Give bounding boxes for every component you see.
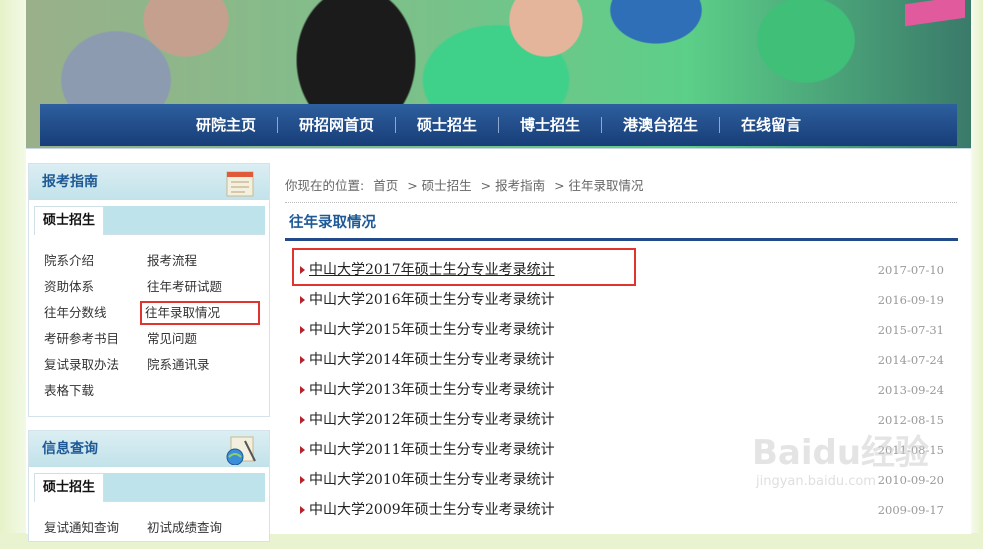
nav-item-yanzhao-home[interactable]: 研招网首页 xyxy=(278,115,395,135)
sidebar-link-past-exams[interactable]: 往年考研试题 xyxy=(147,278,257,296)
right-background-strip xyxy=(971,0,983,533)
notepad-icon xyxy=(226,171,254,197)
tab-master[interactable]: 硕士招生 xyxy=(34,473,104,502)
breadcrumb: 你现在的位置: 首页 > 硕士招生 > 报考指南 > 往年录取情况 xyxy=(285,175,649,194)
sidebar-link-faq[interactable]: 常见问题 xyxy=(147,330,257,348)
triangle-bullet-icon xyxy=(300,266,305,274)
list-item-date: 2013-09-24 xyxy=(877,383,944,397)
sidebar-link-process[interactable]: 报考流程 xyxy=(147,252,257,270)
breadcrumb-home[interactable]: 首页 xyxy=(373,178,398,193)
tab-fill xyxy=(103,473,265,501)
sidebar-link-reference-books[interactable]: 考研参考书目 xyxy=(44,330,147,348)
sidebar-link-forms[interactable]: 表格下载 xyxy=(44,382,147,400)
list-item-date: 2017-07-10 xyxy=(877,263,944,277)
list-item-date: 2015-07-31 xyxy=(877,323,944,337)
left-background-strip xyxy=(0,0,26,533)
sidebar-tab-row: 硕士招生 xyxy=(29,467,269,507)
list-item-title[interactable]: 中山大学2017年硕士生分专业考录统计 xyxy=(309,255,555,285)
baidu-watermark: Baidu经验 jingyan.baidu.com xyxy=(752,425,952,515)
tab-rule xyxy=(103,234,265,235)
list-item[interactable]: 中山大学2014年硕士生分专业考录统计 2014-07-24 xyxy=(290,345,958,375)
sidebar-link-past-scores[interactable]: 往年分数线 xyxy=(44,304,147,322)
triangle-bullet-icon xyxy=(300,446,305,454)
main-nav: 研院主页 研招网首页 硕士招生 博士招生 港澳台招生 在线留言 xyxy=(40,104,957,146)
list-item[interactable]: 中山大学2015年硕士生分专业考录统计 2015-07-31 xyxy=(290,315,958,345)
triangle-bullet-icon xyxy=(300,386,305,394)
breadcrumb-guide[interactable]: > 报考指南 xyxy=(481,178,545,193)
list-item-title[interactable]: 中山大学2016年硕士生分专业考录统计 xyxy=(309,285,555,315)
sidebar-link-score-query[interactable]: 初试成绩查询 xyxy=(147,519,257,537)
tab-rule xyxy=(103,501,265,502)
sidebar-link-retest-rules[interactable]: 复试录取办法 xyxy=(44,356,147,374)
breadcrumb-prefix: 你现在的位置: xyxy=(285,178,365,193)
list-item-date: 2014-07-24 xyxy=(877,353,944,367)
watermark-url: jingyan.baidu.com xyxy=(756,474,876,489)
sidebar-link-funding[interactable]: 资助体系 xyxy=(44,278,147,296)
nav-item-hk-macau-tw[interactable]: 港澳台招生 xyxy=(602,115,719,135)
list-item-title[interactable]: 中山大学2010年硕士生分专业考录统计 xyxy=(309,465,555,495)
sidebar-link-retest-notice[interactable]: 复试通知查询 xyxy=(44,519,147,537)
triangle-bullet-icon xyxy=(300,416,305,424)
triangle-bullet-icon xyxy=(300,326,305,334)
title-underline xyxy=(285,238,958,241)
divider xyxy=(285,202,957,203)
sidebar-box-info: 信息查询 硕士招生 复试通知查询 初试成绩查询 xyxy=(28,430,270,542)
tab-fill xyxy=(103,206,265,234)
list-item-title[interactable]: 中山大学2013年硕士生分专业考录统计 xyxy=(309,375,555,405)
sidebar-info-links: 复试通知查询 初试成绩查询 xyxy=(29,507,269,549)
tab-master[interactable]: 硕士招生 xyxy=(34,206,104,235)
triangle-bullet-icon xyxy=(300,356,305,364)
sidebar-box-guide: 报考指南 硕士招生 院系介绍 报考流程 资助体系 往年考研试题 往年分数线 往年… xyxy=(28,163,270,417)
globe-notepad-icon xyxy=(226,436,256,465)
triangle-bullet-icon xyxy=(300,476,305,484)
page-title: 往年录取情况 xyxy=(289,215,376,231)
triangle-bullet-icon xyxy=(300,296,305,304)
list-item-title[interactable]: 中山大学2009年硕士生分专业考录统计 xyxy=(309,495,555,525)
breadcrumb-current: > 往年录取情况 xyxy=(554,178,644,193)
list-item-title[interactable]: 中山大学2011年硕士生分专业考录统计 xyxy=(309,435,555,465)
nav-item-master-admission[interactable]: 硕士招生 xyxy=(396,115,498,135)
list-item[interactable]: 中山大学2013年硕士生分专业考录统计 2013-09-24 xyxy=(290,375,958,405)
sidebar-tab-row: 硕士招生 xyxy=(29,200,269,240)
nav-item-yanyuan-home[interactable]: 研院主页 xyxy=(175,115,277,135)
sidebar-box-info-header: 信息查询 xyxy=(29,431,269,467)
watermark-logo: Baidu经验 xyxy=(752,433,930,473)
banner-pink-flag xyxy=(905,0,965,27)
nav-item-online-message[interactable]: 在线留言 xyxy=(720,115,822,135)
list-item[interactable]: 中山大学2016年硕士生分专业考录统计 2016-09-19 xyxy=(290,285,958,315)
triangle-bullet-icon xyxy=(300,506,305,514)
nav-item-phd-admission[interactable]: 博士招生 xyxy=(499,115,601,135)
list-item-title[interactable]: 中山大学2014年硕士生分专业考录统计 xyxy=(309,345,555,375)
sidebar-guide-links: 院系介绍 报考流程 资助体系 往年考研试题 往年分数线 往年录取情况 考研参考书… xyxy=(29,240,269,412)
list-item-title[interactable]: 中山大学2015年硕士生分专业考录统计 xyxy=(309,315,555,345)
breadcrumb-master[interactable]: > 硕士招生 xyxy=(407,178,471,193)
list-item[interactable]: 中山大学2017年硕士生分专业考录统计 2017-07-10 xyxy=(290,248,958,286)
sidebar-box-guide-title: 报考指南 xyxy=(42,174,98,190)
sidebar-link-contacts[interactable]: 院系通讯录 xyxy=(147,356,257,374)
sidebar-box-info-title: 信息查询 xyxy=(42,441,98,457)
sidebar-link-past-admission[interactable]: 往年录取情况 xyxy=(140,301,260,325)
sidebar-box-guide-header: 报考指南 xyxy=(29,164,269,200)
list-item-title[interactable]: 中山大学2012年硕士生分专业考录统计 xyxy=(309,405,555,435)
sidebar-link-departments[interactable]: 院系介绍 xyxy=(44,252,147,270)
list-item-date: 2016-09-19 xyxy=(877,293,944,307)
